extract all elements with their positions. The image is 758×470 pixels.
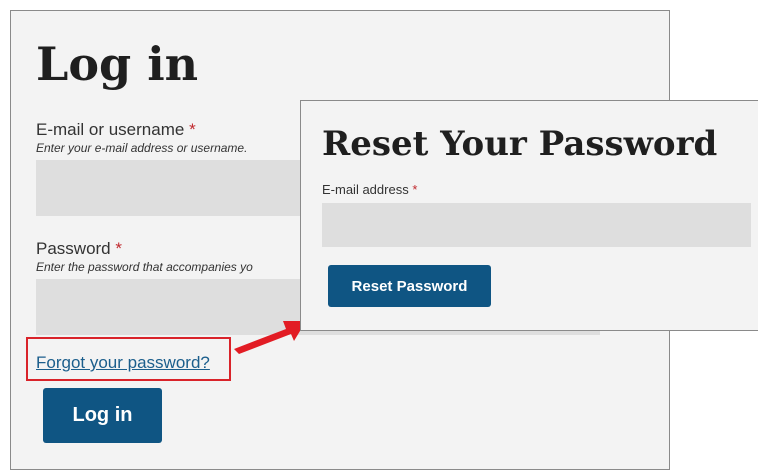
reset-password-panel: Reset Your Password E-mail address * Res… — [300, 100, 758, 331]
username-label: E-mail or username * — [36, 121, 196, 138]
password-label: Password * — [36, 240, 122, 257]
reset-email-required-marker: * — [412, 182, 418, 197]
password-required-marker: * — [115, 239, 122, 258]
reset-email-label-text: E-mail address — [322, 182, 409, 197]
username-required-marker: * — [189, 120, 196, 139]
username-label-text: E-mail or username — [36, 120, 185, 139]
red-arrow-icon — [234, 321, 306, 354]
forgot-password-link[interactable]: Forgot your password? — [36, 354, 210, 371]
login-button[interactable]: Log in — [43, 388, 162, 443]
reset-email-input[interactable] — [322, 203, 751, 247]
reset-password-button[interactable]: Reset Password — [328, 265, 491, 307]
login-title: Log in — [36, 37, 199, 91]
reset-password-title: Reset Your Password — [322, 124, 718, 164]
password-hint: Enter the password that accompanies yo — [36, 260, 253, 274]
reset-email-label: E-mail address * — [322, 183, 417, 196]
password-label-text: Password — [36, 239, 111, 258]
username-hint: Enter your e-mail address or username. — [36, 141, 248, 155]
